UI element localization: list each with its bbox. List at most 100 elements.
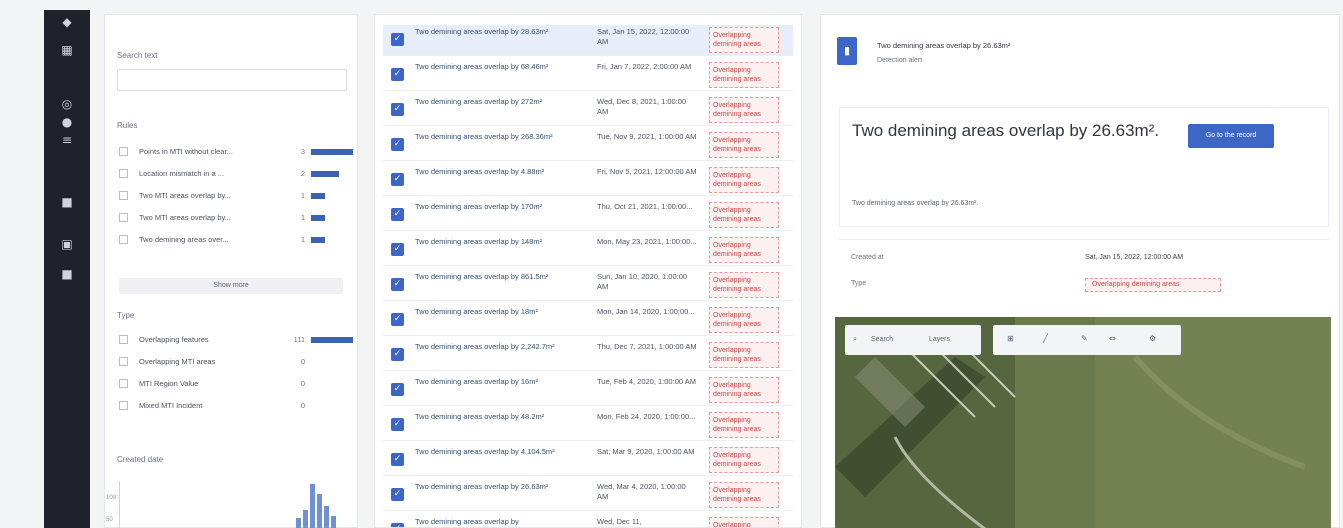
- type-option-label: Overlapping features: [139, 335, 209, 344]
- checkbox-checked-icon[interactable]: ✓: [391, 138, 404, 151]
- search-input[interactable]: [117, 69, 347, 91]
- alert-icon[interactable]: ●: [59, 114, 75, 130]
- alert-summary-card: Two demining areas overlap by 26.63m². G…: [839, 107, 1329, 227]
- draw-tool-icon[interactable]: ✎: [1081, 334, 1088, 343]
- alert-date: Tue, Nov 9, 2021, 1:00:00 AM: [597, 132, 697, 141]
- list-item[interactable]: ✓ Two demining areas overlap by 68.46m² Fr…: [383, 60, 793, 91]
- checkbox-checked-icon[interactable]: ✓: [391, 33, 404, 46]
- type-filter-row[interactable]: Overlapping MTI areas 0: [119, 355, 351, 369]
- list-item[interactable]: ✓ Two demining areas overlap by 2,242.7m²…: [383, 340, 793, 371]
- list-item[interactable]: ✓ Two demining areas overlap by 861.5m² Su…: [383, 270, 793, 301]
- logo-icon[interactable]: ◆: [59, 14, 75, 30]
- checkbox-checked-icon[interactable]: ✓: [391, 68, 404, 81]
- layers-icon[interactable]: ▦: [59, 42, 75, 58]
- satellite-map[interactable]: ⌕ Search Layers ⊞ ╱ ✎ ⇔ ⚙: [835, 317, 1331, 528]
- list-item[interactable]: ✓ Two demining areas overlap by 4.88m² Fri…: [383, 165, 793, 196]
- alert-type-tag: Overlapping demining areas: [709, 62, 779, 88]
- rule-filter-row[interactable]: Location mismatch in a ... 2: [119, 167, 351, 181]
- alert-type-tag: Overlapping demining areas: [709, 237, 779, 263]
- type-count: 111: [293, 335, 305, 344]
- grid-tool-icon[interactable]: ⊞: [1007, 334, 1014, 343]
- checkbox-checked-icon[interactable]: ✓: [391, 313, 404, 326]
- hist-bar: [317, 494, 322, 528]
- checkbox-checked-icon[interactable]: ✓: [391, 208, 404, 221]
- list-item[interactable]: ✓ Two demining areas overlap by 4,104.5m²…: [383, 445, 793, 476]
- list-item[interactable]: ✓ Two demining areas overlap by 268.36m² T…: [383, 130, 793, 161]
- checkbox[interactable]: [119, 357, 128, 366]
- settings-tool-icon[interactable]: ⚙: [1149, 334, 1156, 343]
- checkbox-checked-icon[interactable]: ✓: [391, 348, 404, 361]
- created-date-histogram[interactable]: 100 50: [106, 481, 351, 528]
- alert-title: Two demining areas overlap by 28.63m²: [415, 27, 549, 36]
- rule-filter-row[interactable]: Two MTI areas overlap by... 1: [119, 189, 351, 203]
- filter-panel: Search text Rules Points in MTI without …: [104, 14, 358, 528]
- alert-title: Two demining areas overlap by 148m²: [415, 237, 543, 246]
- alert-date: Sun, Jan 10, 2020, 1:00:00 AM: [597, 272, 688, 291]
- checkbox[interactable]: [119, 401, 128, 410]
- alert-detail-pane: ▮ Two demining areas overlap by 26.63m² …: [820, 14, 1340, 528]
- checkbox[interactable]: [119, 147, 128, 156]
- rule-count: 2: [300, 169, 305, 178]
- rule-count-bar: [311, 171, 339, 177]
- list-item[interactable]: ✓ Two demining areas overlap by 18m² Mon, …: [383, 305, 793, 336]
- checkbox[interactable]: [119, 335, 128, 344]
- map-search-toolbar[interactable]: ⌕ Search Layers: [845, 325, 981, 355]
- checkbox-checked-icon[interactable]: ✓: [391, 383, 404, 396]
- checkbox-checked-icon[interactable]: ✓: [391, 243, 404, 256]
- line-tool-icon[interactable]: ╱: [1043, 334, 1048, 343]
- checkbox[interactable]: [119, 191, 128, 200]
- list-item[interactable]: ✓ Two demining areas overlap by 48.2m² Mon…: [383, 410, 793, 441]
- globe-icon[interactable]: ◎: [59, 96, 75, 112]
- rule-filter-row[interactable]: Two MTI areas overlap by... 1: [119, 211, 351, 225]
- list-item[interactable]: ✓ Two demining areas overlap by 272m² Wed,…: [383, 95, 793, 126]
- checkbox-checked-icon[interactable]: ✓: [391, 173, 404, 186]
- alert-date: Wed, Dec 11,: [597, 517, 642, 526]
- measure-tool-icon[interactable]: ⇔: [1109, 334, 1116, 343]
- checkbox-checked-icon[interactable]: ✓: [391, 278, 404, 291]
- settings-icon[interactable]: ■: [59, 194, 75, 210]
- hist-bar: [303, 510, 308, 528]
- type-option-label: Mixed MTI Incident: [139, 401, 203, 410]
- search-icon[interactable]: ⌕: [853, 335, 857, 344]
- rule-count-bar: [311, 237, 325, 243]
- checkbox-checked-icon[interactable]: ✓: [391, 418, 404, 431]
- type-filter-row[interactable]: MTI Region Value 0: [119, 377, 351, 391]
- checkbox[interactable]: [119, 379, 128, 388]
- alert-type-tag: Overlapping demining areas: [709, 167, 779, 193]
- list-item[interactable]: ✓ Two demining areas overlap by Wed, Dec 1…: [383, 515, 793, 527]
- checkbox-checked-icon[interactable]: ✓: [391, 488, 404, 501]
- rule-filter-row[interactable]: Points in MTI without clear... 3: [119, 145, 353, 159]
- type-filter-row[interactable]: Overlapping features 111: [119, 333, 353, 347]
- go-to-record-button[interactable]: Go to the record: [1188, 124, 1274, 148]
- hist-bar: [324, 506, 329, 528]
- grid-icon[interactable]: ▣: [59, 236, 75, 252]
- show-more-button[interactable]: Show more: [119, 278, 343, 294]
- list-item[interactable]: ✓ Two demining areas overlap by 170m² Thu,…: [383, 200, 793, 231]
- alert-type-tag: Overlapping: [709, 517, 779, 527]
- checkbox-checked-icon[interactable]: ✓: [391, 523, 404, 527]
- list-item[interactable]: ✓ Two demining areas overlap by 16m² Tue, …: [383, 375, 793, 406]
- type-count: 0: [300, 357, 305, 366]
- map-layers-label[interactable]: Layers: [929, 336, 950, 343]
- checkbox[interactable]: [119, 235, 128, 244]
- list-item[interactable]: ✓ Two demining areas overlap by 148m² Mon,…: [383, 235, 793, 266]
- checkbox-checked-icon[interactable]: ✓: [391, 453, 404, 466]
- list-icon[interactable]: ≡: [59, 132, 75, 148]
- alert-title: Two demining areas overlap by 170m²: [415, 202, 543, 211]
- alert-title: Two demining areas overlap by 16m²: [415, 377, 538, 386]
- alert-type-tag: Overlapping demining areas: [709, 132, 779, 158]
- checkbox-checked-icon[interactable]: ✓: [391, 103, 404, 116]
- checkbox[interactable]: [119, 169, 128, 178]
- alert-date: Fri, Nov 5, 2021, 12:00:00 AM: [597, 167, 697, 176]
- rule-filter-row[interactable]: Two demining areas over... 1: [119, 233, 351, 247]
- type-option-label: MTI Region Value: [139, 379, 199, 388]
- app-window: ◆ ▦ ◎ ● ≡ ■ ▣ ■ Search text Rules Points…: [0, 0, 1343, 528]
- list-item[interactable]: ✓ Two demining areas overlap by 28.63m² Sa…: [383, 25, 793, 56]
- rule-label: Two MTI areas overlap by...: [139, 191, 231, 200]
- checkbox[interactable]: [119, 213, 128, 222]
- hist-tick-label: 50: [106, 517, 113, 523]
- type-filter-row[interactable]: Mixed MTI Incident 0: [119, 399, 351, 413]
- list-item[interactable]: ✓ Two demining areas overlap by 26.63m² We…: [383, 480, 793, 511]
- user-icon[interactable]: ■: [59, 266, 75, 282]
- map-controls-toolbar[interactable]: ⊞ ╱ ✎ ⇔ ⚙: [993, 325, 1181, 355]
